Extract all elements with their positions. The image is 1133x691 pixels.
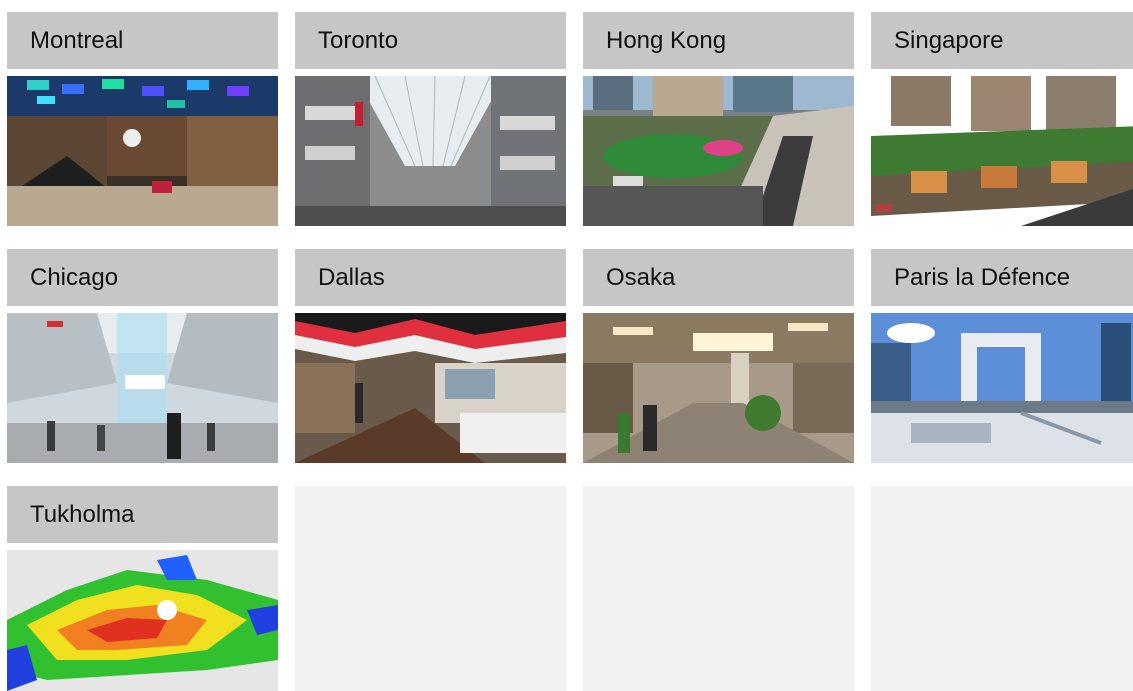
city-label-tukholma: Tukholma [7, 486, 278, 543]
city-label-hongkong: Hong Kong [583, 12, 854, 69]
photo-montreal [7, 76, 278, 226]
city-tile-hongkong: Hong Kong [583, 12, 854, 226]
city-grid: Montreal Toronto Hong Kong Singapore Chi… [7, 12, 1133, 691]
city-tile-toronto: Toronto [295, 12, 566, 226]
empty-tile [583, 486, 854, 691]
city-label-toronto: Toronto [295, 12, 566, 69]
city-tile-paris: Paris la Défence [871, 249, 1133, 463]
city-label-montreal: Montreal [7, 12, 278, 69]
city-tile-montreal: Montreal [7, 12, 278, 226]
city-tile-chicago: Chicago [7, 249, 278, 463]
photo-tukholma [7, 550, 278, 691]
photo-hongkong [583, 76, 854, 226]
city-tile-singapore: Singapore [871, 12, 1133, 226]
empty-tile [871, 486, 1133, 691]
photo-osaka [583, 313, 854, 463]
city-label-chicago: Chicago [7, 249, 278, 306]
city-label-dallas: Dallas [295, 249, 566, 306]
city-label-osaka: Osaka [583, 249, 854, 306]
photo-paris [871, 313, 1133, 463]
photo-toronto [295, 76, 566, 226]
city-tile-osaka: Osaka [583, 249, 854, 463]
photo-chicago [7, 313, 278, 463]
city-label-singapore: Singapore [871, 12, 1133, 69]
city-tile-dallas: Dallas [295, 249, 566, 463]
empty-tile [295, 486, 566, 691]
photo-dallas [295, 313, 566, 463]
city-label-paris: Paris la Défence [871, 249, 1133, 306]
photo-singapore [871, 76, 1133, 226]
city-tile-tukholma: Tukholma [7, 486, 278, 691]
